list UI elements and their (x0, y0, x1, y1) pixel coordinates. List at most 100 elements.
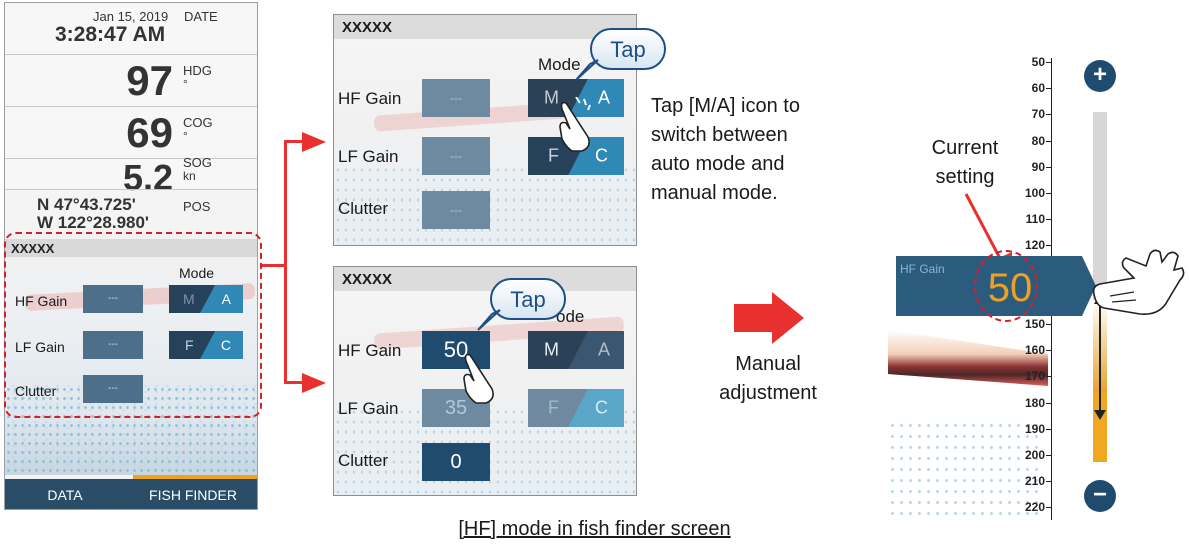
manual-line: Manual (735, 353, 801, 375)
depth-tick-mark (1046, 245, 1051, 247)
time-value: 3:28:47 AM (55, 23, 166, 46)
cog-row: 69 COG ° (5, 107, 257, 159)
depth-tick-label: 70 (1031, 107, 1045, 122)
current-setting-text: Current setting (920, 134, 1010, 192)
depth-tick-mark (1046, 140, 1051, 142)
clutter-value[interactable]: --- (422, 191, 490, 229)
sog-value: 5.2 (122, 157, 173, 198)
gain-panel-manual: XXXXX ode HF Gain 50 M A LF Gain 35 F C … (333, 266, 637, 496)
hf-gain-label: HF Gain (338, 341, 402, 360)
panel-title: XXXXX (342, 19, 393, 36)
hf-gain-label: HF Gain (338, 89, 402, 108)
hdg-unit: ° (183, 77, 188, 91)
current-setting-line: setting (935, 166, 995, 188)
instruction-line: auto mode and (651, 153, 785, 175)
depth-tick-label: 110 (1025, 212, 1045, 227)
cog-unit: ° (183, 129, 188, 143)
depth-tick-mark (1046, 455, 1051, 456)
panel-header: XXXXX (334, 267, 636, 291)
arrow-right-icon (302, 373, 326, 393)
depth-tick-mark (1046, 402, 1051, 404)
depth-tick-mark (1046, 428, 1051, 430)
instruction-line: Tap [M/A] icon to (651, 95, 800, 117)
hf-mode-toggle[interactable]: M A (528, 331, 624, 369)
depth-tick-mark (1046, 376, 1051, 378)
callout-tail (575, 59, 599, 81)
depth-tick-mark (1046, 166, 1051, 168)
date-label: DATE (184, 9, 218, 24)
date-value: Jan 15, 2019 (93, 9, 169, 24)
hdg-value: 97 (126, 57, 173, 104)
depth-tick-label: 190 (1024, 421, 1045, 436)
tab-data[interactable]: DATA (5, 479, 125, 509)
lf-gain-label: LF Gain (338, 147, 399, 166)
tab-fish-finder[interactable]: FISH FINDER (129, 479, 257, 509)
connector-line (284, 140, 287, 384)
depth-tick-label: 220 (1024, 500, 1045, 515)
current-setting-highlight (974, 250, 1038, 322)
sog-label: SOG (183, 155, 212, 170)
sog-unit: kn (183, 169, 196, 183)
lf-mode-c: C (595, 397, 608, 418)
depth-tick-mark (1046, 193, 1051, 194)
tab-bar: DATA FISH FINDER (5, 479, 257, 509)
tap-callout-text: Tap (610, 37, 646, 62)
big-arrow-right-icon (734, 292, 804, 344)
cog-value: 69 (126, 109, 173, 156)
zoom-minus-button[interactable]: − (1084, 480, 1116, 512)
depth-tick-mark (1046, 481, 1051, 483)
clutter-label: Clutter (338, 199, 389, 218)
depth-tick-label: 80 (1031, 133, 1045, 148)
depth-tick-label: 90 (1031, 159, 1045, 174)
depth-tick-label: 50 (1031, 55, 1045, 69)
hf-mode-a: A (597, 339, 610, 360)
depth-tick-mark (1046, 88, 1051, 90)
cog-label: COG (183, 115, 213, 130)
manual-line: adjustment (719, 382, 817, 404)
hf-gain-value[interactable]: --- (422, 79, 490, 117)
pos-latitude: N 47°43.725' (37, 195, 136, 214)
pos-label: POS (183, 199, 211, 214)
panel-title: XXXXX (342, 271, 393, 288)
depth-tick-label: 100 (1024, 186, 1045, 200)
hand-tap-icon (463, 353, 494, 404)
depth-tick-mark (1046, 507, 1051, 509)
depth-tick-label: 200 (1024, 448, 1045, 462)
figure-caption: [HF] mode in fish finder screen (458, 518, 731, 540)
zoom-plus-button[interactable]: + (1084, 60, 1116, 92)
depth-tick-mark (1046, 324, 1051, 325)
highlight-dashed-frame (4, 232, 262, 418)
slider-popup-label: HF Gain (900, 262, 945, 276)
current-setting-line: Current (931, 137, 999, 159)
sog-row: 5.2 (5, 157, 257, 198)
hand-tap-icon (559, 97, 591, 152)
depth-tick-mark (1046, 62, 1051, 63)
tap-instruction: Tap [M/A] icon to switch between auto mo… (651, 92, 800, 208)
hdg-row: 97 HDG ° (5, 55, 257, 107)
depth-tick-label: 60 (1031, 81, 1045, 96)
date-time-row: Jan 15, 2019 DATE 3:28:47 AM (5, 3, 257, 55)
lf-gain-label: LF Gain (338, 399, 399, 418)
connector-line (262, 264, 286, 267)
hand-drag-icon (1092, 249, 1185, 316)
lf-mode-f: F (548, 397, 559, 418)
depth-tick-mark (1046, 350, 1051, 352)
hf-mode-m: M (544, 87, 559, 108)
depth-tick-label: 170 (1024, 369, 1045, 384)
lf-mode-toggle[interactable]: F C (528, 389, 624, 427)
hdg-label: HDG (183, 63, 212, 78)
callout-tail (477, 309, 501, 331)
instruction-line: switch between (651, 124, 788, 146)
depth-tick-mark (1046, 219, 1051, 221)
depth-tick-label: 180 (1024, 395, 1045, 410)
clutter-label: Clutter (338, 451, 389, 470)
hf-mode-m: M (544, 339, 559, 360)
depth-tick-mark (1046, 114, 1051, 116)
lf-gain-value[interactable]: --- (422, 137, 490, 175)
clutter-value[interactable]: 0 (422, 443, 490, 481)
arrow-right-icon (302, 132, 326, 152)
pos-longitude: W 122°28.980' (37, 213, 149, 232)
instruction-line: manual mode. (651, 182, 778, 204)
depth-tick-label: 210 (1024, 474, 1045, 489)
depth-tick-label: 160 (1024, 343, 1045, 358)
